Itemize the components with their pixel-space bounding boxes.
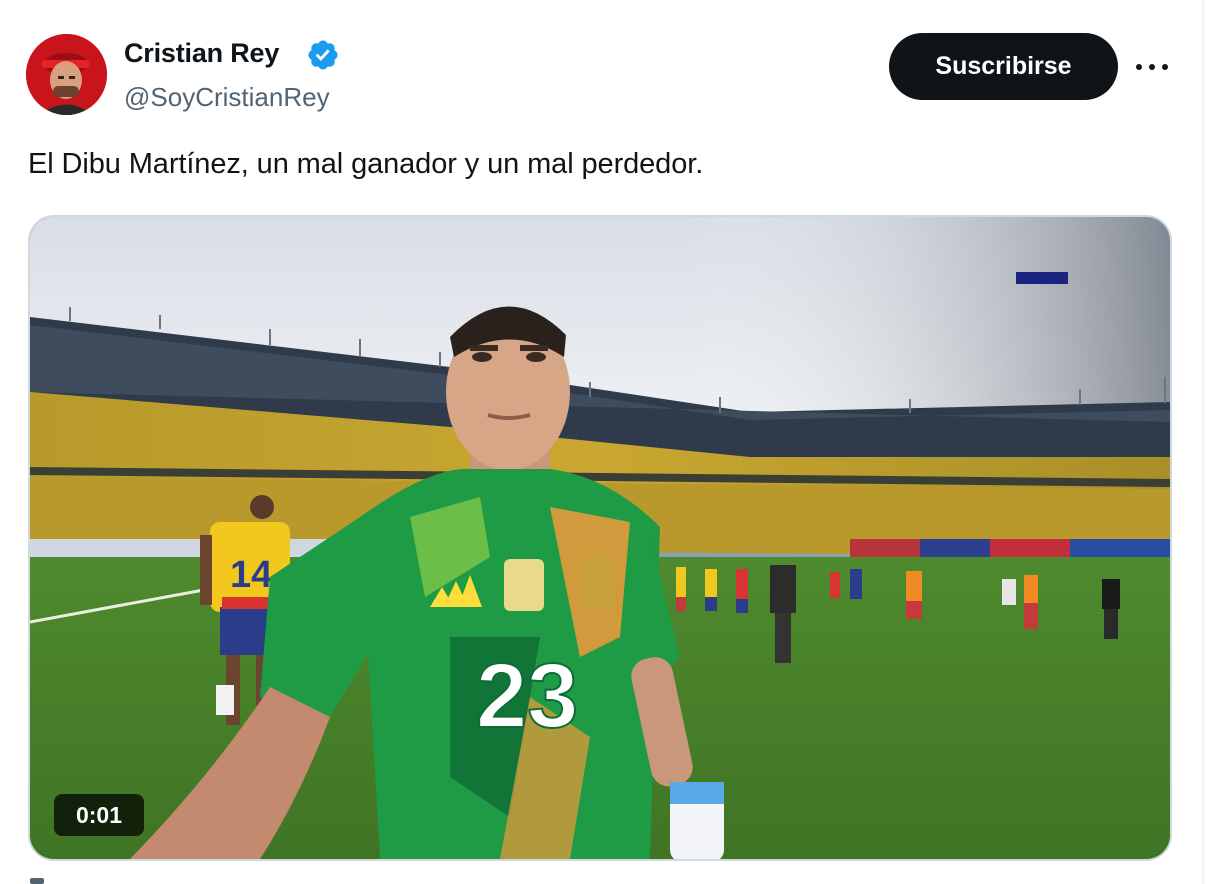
author-handle[interactable]: @SoyCristianRey — [124, 82, 330, 113]
next-item-stub — [30, 878, 44, 884]
video-frame: 14 23 — [30, 217, 1170, 859]
avatar-image — [26, 34, 107, 115]
video-player[interactable]: 14 23 0:01 — [28, 215, 1172, 861]
verified-badge-icon[interactable] — [306, 38, 340, 72]
scorebug-bar — [1016, 272, 1068, 284]
divider — [1202, 0, 1204, 884]
author-display-name[interactable]: Cristian Rey — [124, 38, 279, 69]
tweet-card: Cristian Rey @SoyCristianRey Suscribirse… — [0, 0, 1224, 884]
more-horizontal-icon[interactable] — [1132, 55, 1172, 79]
tweet-text: El Dibu Martínez, un mal ganador y un ma… — [28, 148, 704, 180]
svg-text:14: 14 — [230, 554, 272, 596]
video-timestamp: 0:01 — [54, 794, 144, 836]
dot — [1149, 64, 1155, 70]
jersey-number: 23 — [476, 645, 578, 747]
broadcast-scorebug — [1016, 245, 1116, 289]
dot — [1162, 64, 1168, 70]
avatar[interactable] — [26, 34, 107, 115]
subscribe-button[interactable]: Suscribirse — [889, 33, 1118, 100]
dot — [1136, 64, 1142, 70]
